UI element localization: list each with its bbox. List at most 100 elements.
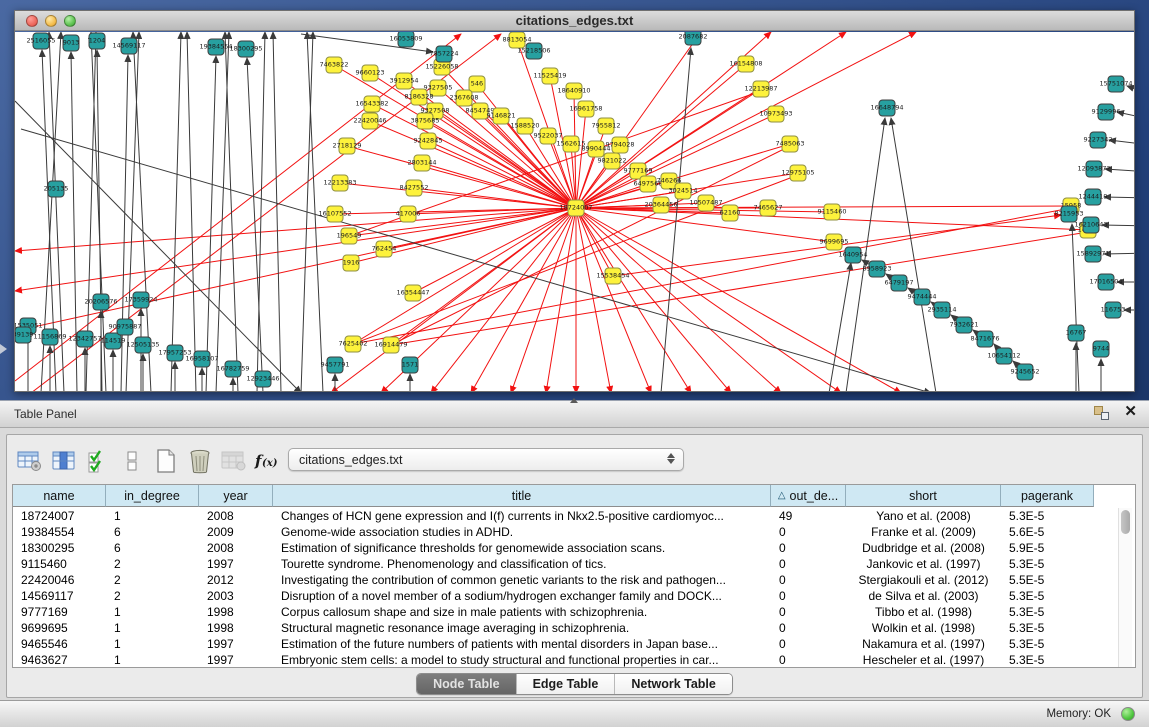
table-cell[interactable]: 1998 (199, 620, 273, 636)
table-vertical-scrollbar[interactable] (1118, 508, 1132, 667)
table-cell[interactable]: 6 (106, 540, 199, 556)
table-cell[interactable]: Corpus callosum shape and size in male p… (273, 604, 771, 620)
network-edge[interactable] (511, 208, 576, 391)
table-cell[interactable]: 0 (771, 604, 846, 620)
column-header-name[interactable]: name (13, 485, 106, 507)
network-node[interactable]: 9013 (63, 35, 80, 51)
table-cell[interactable]: 2009 (199, 524, 273, 540)
network-node[interactable]: 39139 (15, 327, 33, 343)
network-node[interactable]: 16648794 (870, 100, 903, 116)
table-cell[interactable]: 5.6E-5 (1001, 524, 1094, 540)
table-row[interactable]: 977716911998Corpus callosum shape and si… (13, 604, 1094, 620)
column-header-year[interactable]: year (199, 485, 273, 507)
network-node[interactable]: 12213383 (323, 175, 356, 191)
select-rows-icon[interactable] (81, 446, 115, 476)
table-cell[interactable]: Stergiakouli et al. (2012) (846, 572, 1001, 588)
network-node[interactable]: 8427552 (400, 180, 429, 196)
network-edge[interactable] (273, 32, 281, 391)
table-cell[interactable]: Investigating the contribution of common… (273, 572, 771, 588)
network-selector-dropdown[interactable]: citations_edges.txt (288, 448, 684, 471)
close-panel-icon[interactable]: ✕ (1124, 403, 1137, 421)
table-cell[interactable]: 0 (771, 540, 846, 556)
network-node[interactable]: 12093872 (1077, 161, 1110, 177)
table-cell[interactable]: Yano et al. (2008) (846, 508, 1001, 524)
network-edge[interactable] (171, 32, 181, 391)
network-node[interactable]: 17016504 (1089, 274, 1122, 290)
table-cell[interactable]: 1 (106, 620, 199, 636)
table-cell[interactable]: 0 (771, 652, 846, 668)
network-node[interactable]: 196549 (337, 228, 362, 244)
float-panel-icon[interactable] (1094, 406, 1109, 420)
network-node[interactable]: 62160 (720, 205, 741, 221)
network-node[interactable]: 9744 (1093, 341, 1110, 357)
network-node[interactable]: 2087682 (679, 32, 708, 45)
table-cell[interactable]: 2 (106, 572, 199, 588)
tab-edge-table[interactable]: Edge Table (517, 674, 616, 694)
column-header-in_degree[interactable]: in_degree (106, 485, 199, 507)
network-edge[interactable] (353, 208, 576, 344)
table-panel-titlebar[interactable]: Table Panel (0, 400, 1149, 428)
tab-network-table[interactable]: Network Table (615, 674, 732, 694)
table-cell[interactable]: 19384554 (13, 524, 106, 540)
network-edge[interactable] (257, 32, 265, 391)
network-node[interactable]: 14569117 (112, 38, 145, 54)
table-cell[interactable]: 5.9E-5 (1001, 540, 1094, 556)
table-cell[interactable]: 9699695 (13, 620, 106, 636)
network-canvas[interactable]: 1872400774638229660123391295415226058932… (15, 32, 1134, 391)
network-node[interactable]: 16782759 (216, 361, 249, 377)
network-node[interactable]: 546 (469, 76, 485, 92)
table-cell[interactable]: 0 (771, 636, 846, 652)
network-node[interactable]: 18300295 (229, 41, 262, 57)
table-cell[interactable]: 1 (106, 604, 199, 620)
table-cell[interactable]: 0 (771, 572, 846, 588)
table-cell[interactable]: 0 (771, 524, 846, 540)
network-node[interactable]: 16154808 (729, 56, 762, 72)
table-cell[interactable]: Jankovic et al. (1997) (846, 556, 1001, 572)
network-node[interactable]: 116753 (1101, 302, 1126, 318)
table-cell[interactable]: 9777169 (13, 604, 106, 620)
table-cell[interactable]: Tibbo et al. (1998) (846, 604, 1001, 620)
network-node[interactable]: 9242845 (414, 133, 443, 149)
network-node[interactable]: 10654112 (987, 348, 1020, 364)
table-cell[interactable]: 18300295 (13, 540, 106, 556)
table-row[interactable]: 1872400712008Changes of HCN gene express… (13, 508, 1094, 524)
network-node[interactable]: 16053809 (389, 32, 422, 47)
network-node[interactable]: 2718129 (333, 138, 362, 154)
table-cell[interactable]: 0 (771, 620, 846, 636)
table-cell[interactable]: 5.3E-5 (1001, 604, 1094, 620)
table-cell[interactable]: 5.3E-5 (1001, 556, 1094, 572)
table-cell[interactable]: 2003 (199, 588, 273, 604)
network-node[interactable]: 2516055 (27, 33, 56, 49)
function-builder-icon[interactable]: f(x) (251, 446, 285, 476)
network-edge[interactable] (187, 32, 196, 391)
network-node[interactable]: 20206576 (84, 294, 117, 310)
table-settings-icon[interactable] (13, 446, 47, 476)
network-node[interactable]: 9129996 (1092, 104, 1121, 120)
network-node[interactable]: 10507487 (689, 195, 722, 211)
network-node[interactable]: 1204 (89, 33, 106, 49)
network-node[interactable]: 7955812 (592, 118, 621, 134)
table-cell[interactable]: 5.3E-5 (1001, 508, 1094, 524)
table-cell[interactable]: Estimation of significance thresholds fo… (273, 540, 771, 556)
memory-ok-led-icon[interactable] (1121, 707, 1135, 721)
table-cell[interactable]: 1 (106, 652, 199, 668)
table-cell[interactable]: Genome-wide association studies in ADHD. (273, 524, 771, 540)
network-window-titlebar[interactable]: citations_edges.txt (15, 11, 1134, 31)
network-node[interactable]: 9115460 (818, 204, 847, 220)
network-node[interactable]: 19384554 (199, 39, 232, 55)
network-edge[interactable] (576, 32, 846, 208)
table-cell[interactable]: Changes of HCN gene expression and I(f) … (273, 508, 771, 524)
delete-table-icon[interactable] (183, 446, 217, 476)
network-node[interactable]: 7465627 (754, 200, 783, 216)
network-node[interactable]: 9660123 (356, 65, 385, 81)
table-cell[interactable]: Embryonic stem cells: a model to study s… (273, 652, 771, 668)
table-row[interactable]: 2242004622012Investigating the contribut… (13, 572, 1094, 588)
table-cell[interactable]: 1 (106, 636, 199, 652)
table-cell[interactable]: 9463627 (13, 652, 106, 668)
network-node[interactable]: 16767 (1066, 325, 1087, 341)
table-cell[interactable]: 2008 (199, 508, 273, 524)
table-cell[interactable]: 49 (771, 508, 846, 524)
network-edge[interactable] (225, 32, 238, 391)
table-cell[interactable]: 2 (106, 556, 199, 572)
network-node[interactable]: 12342757 (68, 331, 101, 347)
